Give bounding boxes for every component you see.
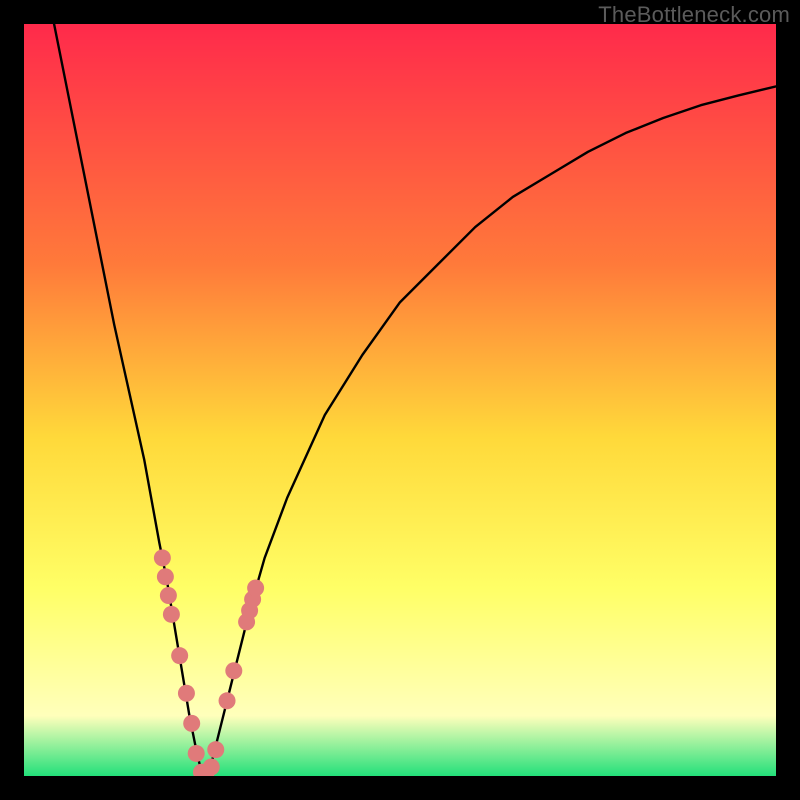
curve-marker [207, 741, 224, 758]
curve-marker [163, 606, 180, 623]
curve-marker [157, 568, 174, 585]
curve-markers [154, 549, 264, 776]
curve-marker [225, 662, 242, 679]
curve-marker [188, 745, 205, 762]
curve-marker [160, 587, 177, 604]
curve-layer [24, 24, 776, 776]
watermark-text: TheBottleneck.com [598, 2, 790, 28]
curve-marker [183, 715, 200, 732]
plot-area [24, 24, 776, 776]
curve-marker [154, 549, 171, 566]
curve-marker [247, 580, 264, 597]
bottleneck-curve [54, 24, 776, 776]
curve-marker [171, 647, 188, 664]
curve-marker [219, 692, 236, 709]
curve-marker [178, 685, 195, 702]
chart-frame: TheBottleneck.com [0, 0, 800, 800]
curve-marker [203, 758, 220, 775]
